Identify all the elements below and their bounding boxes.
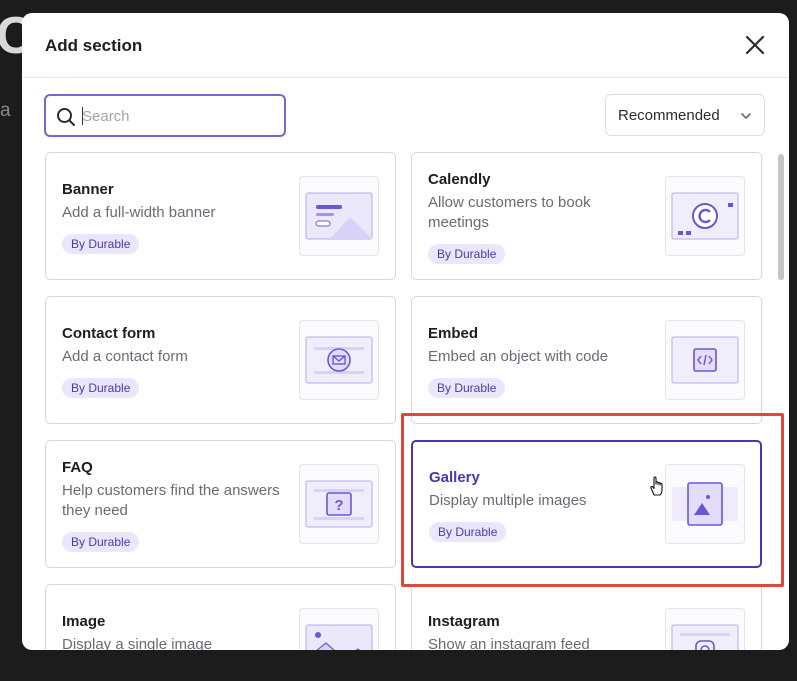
section-card-banner[interactable]: Banner Add a full-width banner By Durabl… (45, 152, 396, 280)
card-badge: By Durable (429, 522, 507, 542)
card-title: FAQ (62, 459, 93, 476)
card-title: Instagram (428, 613, 500, 630)
card-description: Embed an object with code (428, 348, 609, 365)
card-title: Image (62, 613, 106, 630)
section-card-embed[interactable]: Embed Embed an object with code By Durab… (411, 296, 762, 424)
section-card-image[interactable]: Image Display a single image (45, 584, 396, 650)
card-description: Add a contact form (62, 348, 188, 365)
faq-thumbnail-icon: ? (299, 464, 379, 544)
card-description: Show an instagram feed (428, 636, 590, 650)
background-page-text: a (0, 100, 11, 121)
modal-title: Add section (45, 36, 143, 55)
scrollbar[interactable] (776, 152, 786, 650)
card-title: Contact form (62, 325, 156, 342)
gallery-thumbnail-icon (665, 464, 745, 544)
card-description: Display multiple images (429, 492, 587, 509)
card-badge: By Durable (428, 378, 506, 398)
calendly-thumbnail-icon (665, 176, 745, 256)
close-button[interactable] (743, 33, 767, 57)
card-description: Help customers find the answers they nee… (62, 482, 280, 519)
section-card-faq[interactable]: FAQ Help customers find the answers they… (45, 440, 396, 568)
section-card-instagram[interactable]: Instagram Show an instagram feed (411, 584, 762, 650)
section-card-calendly[interactable]: Calendly Allow customers to book meeting… (411, 152, 762, 280)
search-icon (57, 108, 75, 126)
svg-text:?: ? (334, 497, 343, 514)
section-grid: Banner Add a full-width banner By Durabl… (22, 152, 789, 650)
banner-thumbnail-icon (299, 176, 379, 256)
search-input[interactable] (82, 105, 272, 127)
card-badge: By Durable (62, 378, 140, 398)
card-badge: By Durable (62, 532, 140, 552)
card-title: Gallery (429, 469, 480, 486)
card-title: Embed (428, 325, 479, 342)
image-thumbnail-icon (299, 608, 379, 650)
modal-header: Add section (22, 13, 789, 78)
scrollbar-thumb[interactable] (778, 154, 784, 280)
sort-selected-label: Recommended (618, 107, 720, 124)
card-title: Banner (62, 181, 114, 198)
section-card-gallery[interactable]: Gallery Display multiple images By Durab… (411, 440, 762, 568)
instagram-thumbnail-icon (665, 608, 745, 650)
search-box[interactable] (44, 94, 286, 137)
card-description: Display a single image (62, 636, 213, 650)
contact-form-thumbnail-icon (299, 320, 379, 400)
sort-dropdown[interactable]: Recommended (605, 94, 765, 136)
card-badge: By Durable (428, 244, 506, 264)
card-badge: By Durable (62, 234, 140, 254)
card-description: Add a full-width banner (62, 204, 216, 221)
add-section-modal: Add section Recommended Banner Add a ful… (22, 13, 789, 650)
close-icon (745, 35, 765, 55)
card-title: Calendly (428, 171, 491, 188)
card-description: Allow customers to book meetings (428, 194, 591, 231)
text-caret (82, 107, 83, 125)
chevron-down-icon (741, 113, 751, 119)
embed-thumbnail-icon (665, 320, 745, 400)
section-card-contact-form[interactable]: Contact form Add a contact form By Durab… (45, 296, 396, 424)
